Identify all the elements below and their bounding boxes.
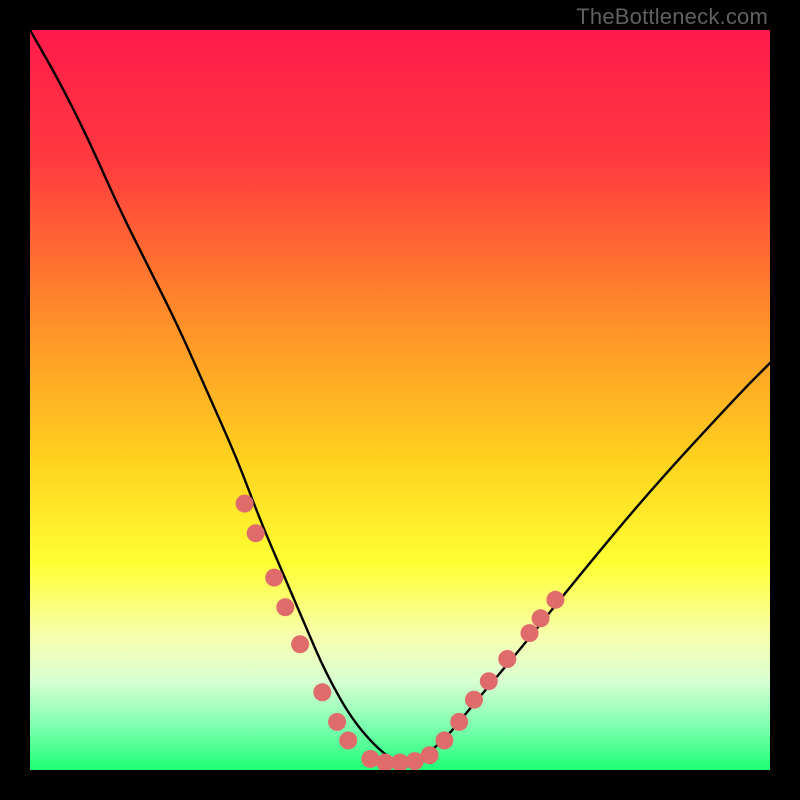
- curve-marker: [236, 495, 254, 513]
- curve-marker: [276, 598, 294, 616]
- watermark-text: TheBottleneck.com: [576, 4, 768, 30]
- plot-area: [30, 30, 770, 770]
- curve-marker: [247, 524, 265, 542]
- curve-marker: [328, 713, 346, 731]
- bottleneck-chart: [30, 30, 770, 770]
- curve-marker: [421, 746, 439, 764]
- curve-marker: [498, 650, 516, 668]
- curve-marker: [465, 691, 483, 709]
- chart-frame: TheBottleneck.com: [0, 0, 800, 800]
- curve-marker: [339, 731, 357, 749]
- gradient-background: [30, 30, 770, 770]
- curve-marker: [480, 672, 498, 690]
- curve-marker: [291, 635, 309, 653]
- curve-marker: [521, 624, 539, 642]
- curve-marker: [313, 683, 331, 701]
- curve-marker: [532, 609, 550, 627]
- curve-marker: [546, 591, 564, 609]
- curve-marker: [435, 731, 453, 749]
- curve-marker: [450, 713, 468, 731]
- curve-marker: [265, 569, 283, 587]
